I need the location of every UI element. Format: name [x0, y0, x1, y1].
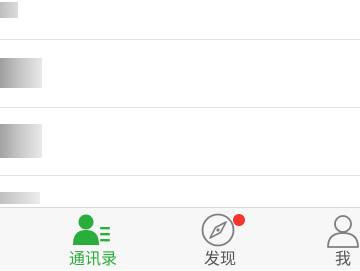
list-item[interactable]: [0, 40, 360, 108]
blurred-name: [0, 2, 18, 18]
contacts-icon: [73, 214, 110, 245]
tab-me[interactable]: 我: [318, 208, 360, 271]
tab-label: 发现: [204, 249, 237, 268]
blurred-name: [0, 192, 40, 204]
notification-dot: [233, 214, 245, 226]
person-icon: [327, 215, 359, 248]
list-item[interactable]: [0, 176, 360, 207]
blurred-name: [0, 58, 42, 88]
list-item[interactable]: [0, 0, 360, 40]
tab-label: 我: [335, 249, 352, 268]
list-item[interactable]: [0, 108, 360, 176]
blurred-name: [0, 124, 42, 158]
compass-icon: [201, 213, 235, 247]
tab-discover[interactable]: 发现: [180, 208, 260, 271]
tab-label: 通讯录: [69, 249, 118, 268]
tab-contacts[interactable]: 通讯录: [50, 208, 130, 271]
bottom-tab-bar: 通讯录 发现 我: [0, 207, 360, 270]
